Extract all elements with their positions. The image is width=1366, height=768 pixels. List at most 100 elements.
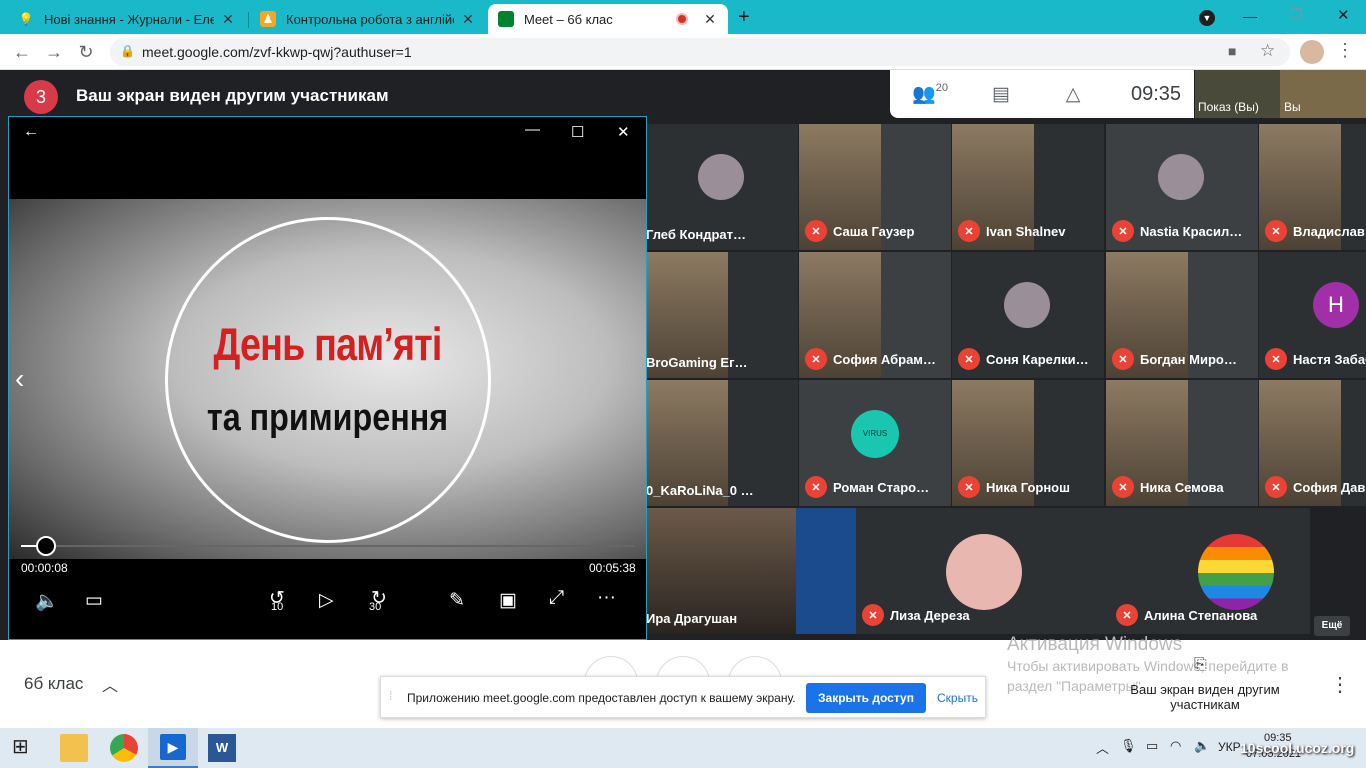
- participant-name-text: BroGaming Ег…: [646, 355, 748, 370]
- participants-button[interactable]: 👥 20: [910, 80, 950, 108]
- prev-chevron-icon[interactable]: ‹: [15, 363, 24, 395]
- media-player-task[interactable]: ▶: [148, 728, 198, 768]
- participant-tile[interactable]: ✕ София Абрам…: [799, 252, 951, 378]
- play-icon[interactable]: ▷: [319, 589, 334, 612]
- participant-tile[interactable]: ✕ Соня Карелки…: [952, 252, 1104, 378]
- participant-name: ✕ Ника Семова: [1112, 476, 1224, 498]
- fullscreen-icon[interactable]: ⤢: [549, 587, 564, 609]
- minimize-icon[interactable]: —: [1243, 8, 1257, 24]
- self-camera-tile[interactable]: Вы: [1280, 70, 1366, 118]
- participant-name: ✕ Роман Старо…: [805, 476, 929, 498]
- participant-tile[interactable]: ✕ Богдан Миро…: [1106, 252, 1258, 378]
- subtitles-icon[interactable]: ▭: [85, 589, 103, 612]
- back-arrow-icon[interactable]: ←: [23, 123, 39, 141]
- omnibox[interactable]: 🔒 meet.google.com/zvf-kkwp-qwj?authuser=…: [110, 38, 1290, 66]
- address-bar: ← → ↻ 🔒 meet.google.com/zvf-kkwp-qwj?aut…: [0, 34, 1366, 70]
- participant-video: H: [1313, 282, 1359, 328]
- tab-journal[interactable]: 💡 Нові знання - Журнали - Електр ✕: [8, 4, 246, 34]
- bulb-icon: 💡: [18, 12, 34, 26]
- self-present-tile[interactable]: Показ (Вы): [1195, 70, 1280, 118]
- participant-tile[interactable]: ✕ Ника Семова: [1106, 380, 1258, 506]
- mic-off-icon: ✕: [1112, 220, 1134, 242]
- tray-mic-icon[interactable]: 🎙: [1120, 738, 1137, 754]
- participant-video: [946, 534, 1022, 610]
- chrome-icon[interactable]: [110, 734, 138, 762]
- tab-search-icon[interactable]: ▼: [1199, 10, 1215, 26]
- bookmark-star-icon[interactable]: ☆: [1260, 41, 1275, 61]
- tab-title: Контрольна робота з англійськ: [286, 11, 454, 27]
- watermark: 10scool.ucoz.org: [1240, 740, 1355, 756]
- tab-test[interactable]: ♟ Контрольна робота з англійськ ✕: [250, 4, 486, 34]
- speaker-icon[interactable]: 🔈: [1194, 738, 1210, 754]
- participant-name-text: Роман Старо…: [833, 479, 930, 495]
- participant-tile[interactable]: ✕ Nastia Красил…: [1106, 124, 1258, 250]
- volume-icon[interactable]: 🔈: [35, 589, 59, 613]
- more-button[interactable]: Ещё: [1314, 616, 1350, 636]
- present-button-label[interactable]: Ваш экран виден другим участникам: [1120, 682, 1290, 712]
- activities-button[interactable]: △: [1058, 80, 1088, 108]
- close-tab-icon[interactable]: ✕: [702, 11, 718, 28]
- close-window-icon[interactable]: ✕: [1337, 6, 1350, 24]
- participant-tile[interactable]: Ира Драгушан: [646, 508, 856, 634]
- drag-handle-icon[interactable]: ⁞: [389, 689, 392, 703]
- tab-meet[interactable]: Meet – 6б клас ✕: [488, 4, 728, 34]
- participant-tile[interactable]: ✕ Ivan Shalnev: [952, 124, 1104, 250]
- seek-track[interactable]: [21, 545, 635, 547]
- camera-icon[interactable]: ■: [1228, 43, 1236, 59]
- total-time: 00:05:38: [589, 561, 636, 575]
- tray-chevron-icon[interactable]: ︿: [1096, 738, 1109, 757]
- stop-sharing-button[interactable]: Закрыть доступ: [806, 683, 926, 713]
- tab-title: Meet – 6б клас: [524, 11, 613, 27]
- video-frame[interactable]: День пам’яті та примирення ‹: [9, 199, 646, 559]
- profile-avatar[interactable]: [1300, 40, 1324, 64]
- video-title-line2: та примирення: [206, 397, 449, 439]
- meeting-name[interactable]: 6б клас: [24, 674, 83, 694]
- media-player-icon: ▶: [160, 734, 186, 760]
- wifi-icon[interactable]: ◠: [1170, 738, 1181, 754]
- more-options-icon[interactable]: ···: [597, 587, 616, 609]
- participant-name: ✕ Саша Гаузер: [805, 220, 914, 242]
- participant-tile[interactable]: ✕ Владислав Бр…: [1259, 124, 1366, 250]
- pen-icon[interactable]: ✎: [449, 589, 465, 612]
- forward-icon[interactable]: →: [42, 40, 66, 64]
- participant-tile[interactable]: ✕ София Давыд…: [1259, 380, 1366, 506]
- participant-tile[interactable]: VIRUS ✕ Роман Старо…: [799, 380, 951, 506]
- participant-tile[interactable]: H ✕ Настя Забабон: [1259, 252, 1366, 378]
- participant-tile[interactable]: ✕ Саша Гаузер: [799, 124, 951, 250]
- top-controls: 👥 20 ▤ △ 09:35: [890, 70, 1194, 118]
- language-indicator[interactable]: УКР: [1218, 740, 1241, 754]
- hide-button[interactable]: Скрыть: [937, 691, 978, 705]
- participant-tile[interactable]: ✕ Алина Степанова: [1110, 508, 1310, 634]
- video-title-line1: День пам’яті: [213, 318, 442, 370]
- participant-tile[interactable]: 0_KaRoLiNa_0 …: [646, 380, 798, 506]
- close-tab-icon[interactable]: ✕: [460, 11, 476, 28]
- reload-icon[interactable]: ↻: [74, 40, 98, 64]
- skip-back-button[interactable]: ↺ 10: [265, 587, 289, 613]
- maximize-icon[interactable]: ☐: [571, 123, 584, 141]
- participant-video: [698, 154, 744, 200]
- chat-button[interactable]: ▤: [986, 80, 1016, 108]
- participant-tile[interactable]: ✕ Лиза Дереза: [856, 508, 1110, 634]
- current-time: 00:00:08: [21, 561, 68, 575]
- participant-tile[interactable]: ✕ Ника Горнош: [952, 380, 1104, 506]
- menu-kebab-icon[interactable]: ⋮: [1336, 40, 1354, 61]
- back-icon[interactable]: ←: [10, 40, 34, 64]
- windows-start-icon[interactable]: ⊞: [12, 734, 40, 762]
- more-vert-icon[interactable]: ⋮: [1330, 672, 1350, 697]
- seek-thumb[interactable]: [35, 536, 56, 556]
- minimize-icon[interactable]: —: [525, 121, 540, 138]
- participant-video: [1158, 154, 1204, 200]
- skip-forward-button[interactable]: ↻ 30: [367, 587, 391, 613]
- participant-name: ✕ Nastia Красил…: [1112, 220, 1242, 242]
- chevron-up-icon[interactable]: ︿: [102, 672, 118, 696]
- mini-view-icon[interactable]: ▣: [499, 589, 517, 612]
- close-icon[interactable]: ✕: [617, 123, 630, 141]
- new-tab-button[interactable]: +: [738, 6, 750, 29]
- close-tab-icon[interactable]: ✕: [220, 11, 236, 28]
- battery-icon[interactable]: ▭: [1146, 738, 1158, 754]
- participant-tile[interactable]: Глеб Кондрат…: [646, 124, 798, 250]
- participant-tile[interactable]: BroGaming Ег…: [646, 252, 798, 378]
- restore-icon[interactable]: ❐: [1290, 6, 1303, 23]
- file-explorer-icon[interactable]: [60, 734, 88, 762]
- word-icon[interactable]: W: [208, 734, 236, 762]
